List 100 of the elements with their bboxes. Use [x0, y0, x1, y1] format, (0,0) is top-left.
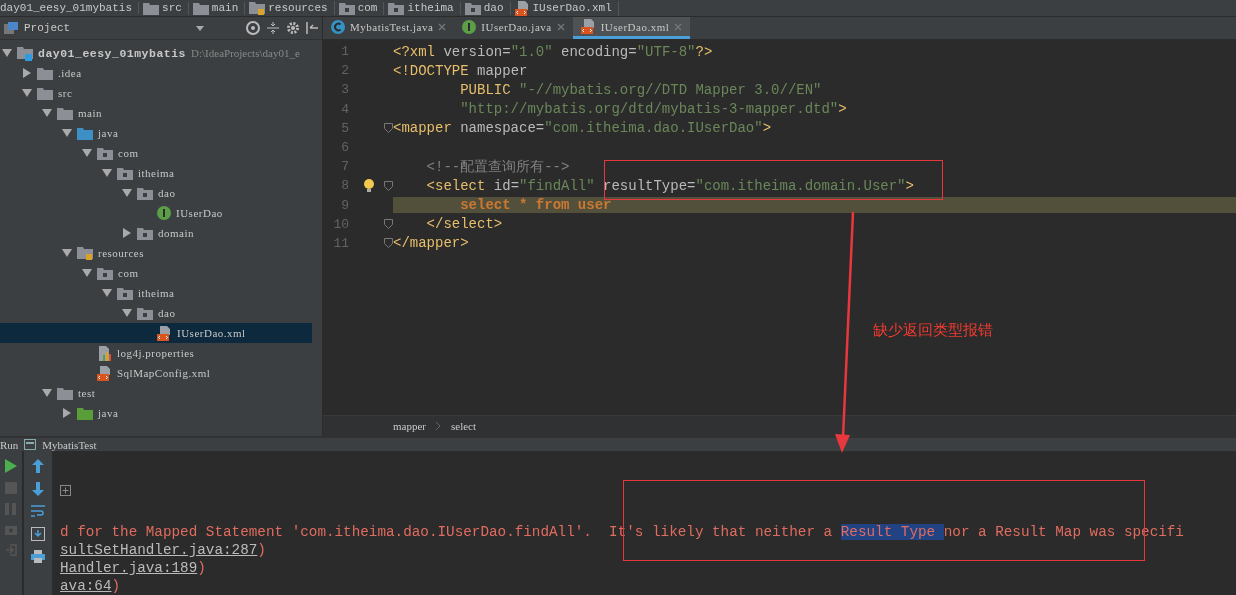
dropdown-caret-icon[interactable]: [196, 25, 204, 31]
down-arrow-icon[interactable]: [32, 482, 44, 496]
expanded-arrow-icon[interactable]: [62, 128, 72, 138]
editor-tab[interactable]: IUserDao.xml: [572, 17, 691, 39]
expanded-arrow-icon[interactable]: [102, 288, 112, 298]
fold-marker-icon[interactable]: [384, 238, 393, 249]
fold-marker-icon[interactable]: [384, 219, 393, 230]
breadcrumb-item[interactable]: itheima: [407, 2, 454, 14]
module-folder-icon: [17, 45, 33, 61]
tree-item[interactable]: main: [0, 103, 312, 123]
up-arrow-icon[interactable]: [32, 459, 44, 473]
collapsed-arrow-icon[interactable]: [22, 68, 32, 78]
tree-item[interactable]: com: [0, 263, 312, 283]
package-folder-icon: [117, 286, 133, 300]
tree-item[interactable]: IUserDao.xml: [0, 323, 312, 343]
tree-item[interactable]: java: [0, 403, 312, 423]
panel-title: Project: [24, 22, 72, 34]
interface-icon: [462, 19, 477, 34]
breadcrumb-item[interactable]: main: [211, 2, 239, 14]
class-icon: [331, 19, 345, 34]
close-icon[interactable]: [556, 22, 565, 31]
run-icon[interactable]: [5, 459, 17, 473]
code-line: PUBLIC "-//mybatis.org//DTD Mapper 3.0//EN": [459, 81, 823, 98]
project-path: D:\IdeaProjects\day01_e: [191, 47, 300, 59]
package-folder-icon: [137, 186, 153, 200]
tree-item[interactable]: IUserDao: [0, 203, 312, 223]
soft-wrap-icon[interactable]: [31, 505, 45, 518]
breadcrumb-item[interactable]: select: [451, 420, 477, 432]
tree-item[interactable]: log4j.properties: [0, 343, 312, 363]
tree-item[interactable]: test: [0, 383, 312, 403]
paren-text: ): [111, 578, 121, 594]
breadcrumb-item[interactable]: com: [357, 2, 378, 14]
resources-folder-icon: [77, 246, 93, 260]
tree-item[interactable]: com: [0, 143, 312, 163]
code-line: <?xml version="1.0" encoding="UTF-8"?>: [393, 43, 714, 60]
breadcrumb-item[interactable]: dao: [483, 2, 504, 14]
settings-icon[interactable]: [286, 21, 300, 35]
breadcrumb-item[interactable]: src: [162, 2, 182, 14]
line-number: 9: [340, 197, 349, 213]
expanded-arrow-icon[interactable]: [122, 308, 132, 318]
expanded-arrow-icon[interactable]: [2, 48, 12, 58]
fold-marker-icon[interactable]: [384, 123, 393, 134]
breadcrumb-item[interactable]: mapper: [393, 420, 426, 432]
collapse-icon[interactable]: [266, 21, 280, 35]
package-folder-icon: [97, 146, 113, 160]
code-line: </mapper>: [393, 235, 470, 252]
expanded-arrow-icon[interactable]: [82, 148, 92, 158]
folder-icon: [77, 406, 93, 420]
expanded-arrow-icon[interactable]: [82, 268, 92, 278]
tree-item[interactable]: itheima: [0, 283, 312, 303]
hide-panel-icon[interactable]: [306, 21, 318, 35]
tree-item[interactable]: src: [0, 83, 312, 103]
tree-item[interactable]: resources: [0, 243, 312, 263]
expanded-arrow-icon[interactable]: [102, 168, 112, 178]
lightbulb-icon[interactable]: [363, 178, 375, 193]
line-number: 1: [340, 44, 349, 60]
tree-item[interactable]: itheima: [0, 163, 312, 183]
close-icon[interactable]: [438, 22, 447, 31]
breadcrumb-item[interactable]: IUserDao.xml: [532, 2, 612, 14]
project-view-icon[interactable]: [4, 22, 18, 34]
xml-file-icon: [157, 325, 172, 341]
print-icon[interactable]: [31, 550, 45, 563]
line-number: 7: [340, 159, 349, 175]
stack-trace-link[interactable]: Handler.java:189: [60, 560, 198, 576]
code-line: <!DOCTYPE mapper: [393, 62, 529, 79]
tree-item[interactable]: SqlMapConfig.xml: [0, 363, 312, 383]
tree-item[interactable]: domain: [0, 223, 312, 243]
expand-icon[interactable]: [60, 485, 71, 496]
test-tab-icon: [24, 439, 37, 450]
stack-trace-link[interactable]: sultSetHandler.java:287: [60, 542, 258, 558]
expanded-arrow-icon[interactable]: [42, 108, 52, 118]
xml-file-icon: [580, 19, 596, 34]
tree-item[interactable]: .idea: [0, 63, 312, 83]
expanded-arrow-icon[interactable]: [22, 88, 32, 98]
stack-trace-link[interactable]: ava:64: [60, 578, 112, 594]
collapsed-arrow-icon[interactable]: [122, 228, 132, 238]
xml-file-icon: [97, 365, 112, 381]
line-number: 5: [340, 120, 349, 136]
code-line: <mapper namespace="com.itheima.dao.IUserDao">: [393, 120, 773, 137]
package-folder-icon: [97, 266, 113, 280]
code-line: </select>: [425, 216, 504, 233]
editor-tab[interactable]: IUserDao.java: [454, 17, 573, 39]
breadcrumb-item[interactable]: day01_eesy_01mybatis: [0, 2, 133, 14]
tree-item[interactable]: dao: [0, 303, 312, 323]
tree-item[interactable]: day01_eesy_01mybatis D:\IdeaProjects\day01_e: [0, 43, 312, 63]
properties-file-icon: [97, 345, 112, 361]
scroll-to-end-icon[interactable]: [31, 527, 45, 541]
line-number: 2: [340, 63, 349, 79]
breadcrumb-item[interactable]: resources: [268, 2, 328, 14]
run-tab[interactable]: MybatisTest: [42, 438, 97, 451]
tree-item[interactable]: dao: [0, 183, 312, 203]
expanded-arrow-icon[interactable]: [122, 188, 132, 198]
collapsed-arrow-icon[interactable]: [62, 408, 72, 418]
expanded-arrow-icon[interactable]: [42, 388, 52, 398]
fold-marker-icon[interactable]: [384, 180, 393, 191]
target-icon[interactable]: [246, 21, 260, 35]
folder-icon: [37, 66, 53, 80]
expanded-arrow-icon[interactable]: [62, 248, 72, 258]
tree-item[interactable]: java: [0, 123, 312, 143]
editor-tab[interactable]: MybatisTest.java: [323, 17, 455, 39]
